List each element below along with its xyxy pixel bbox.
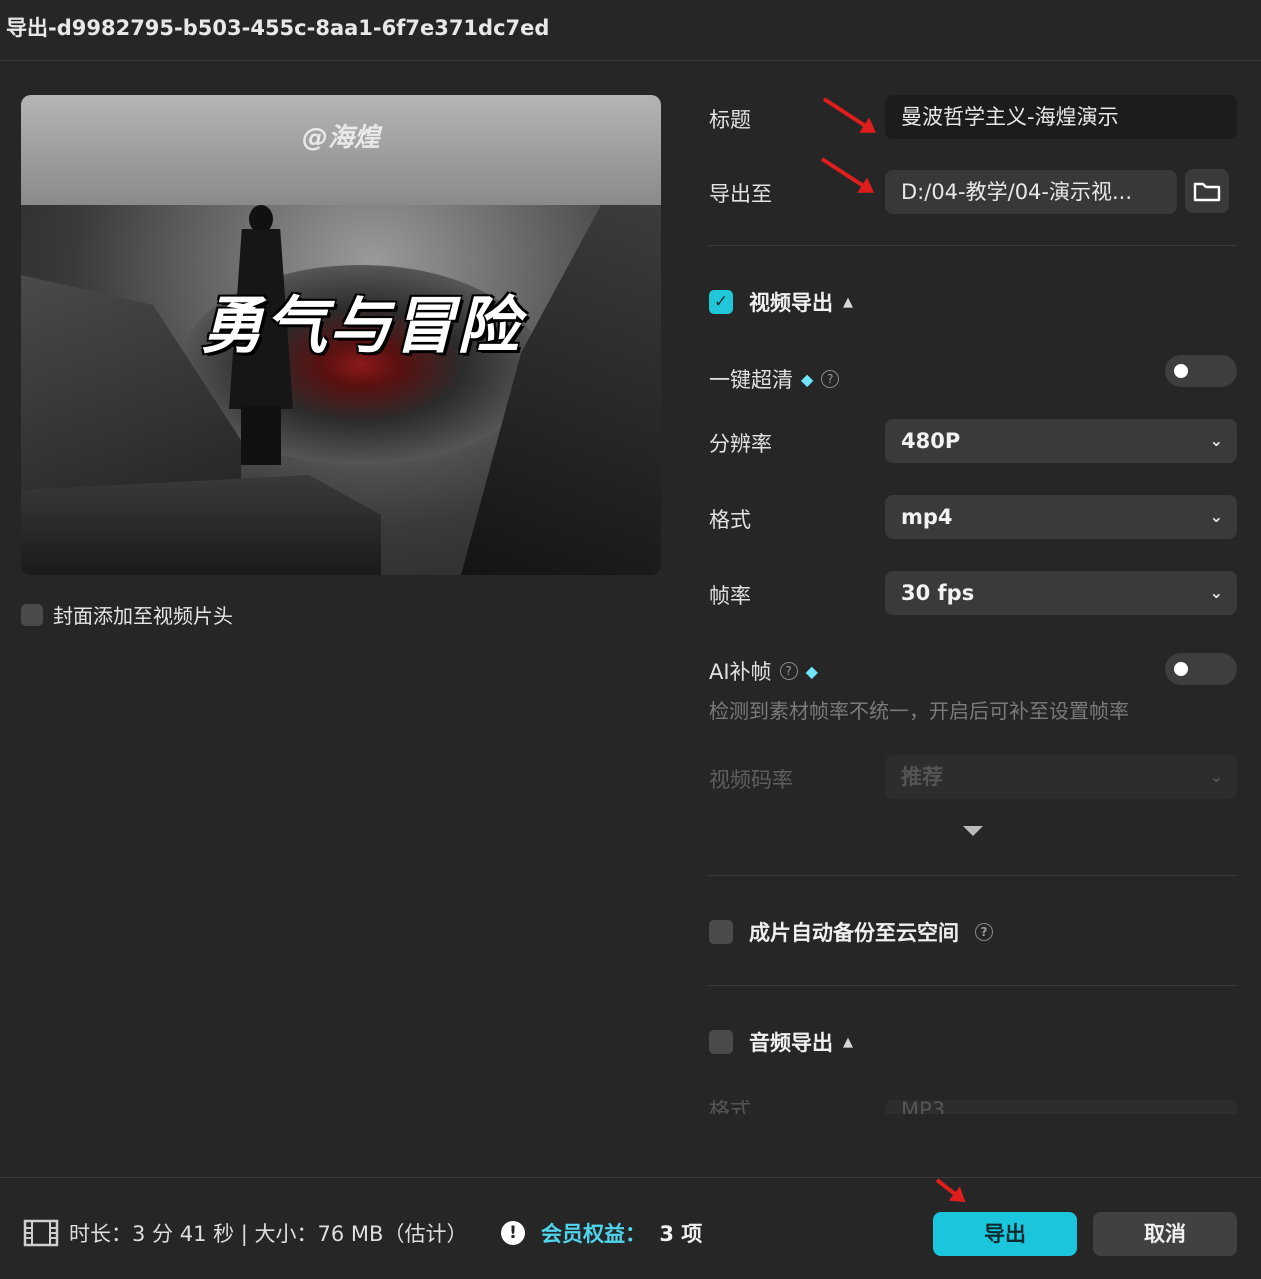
bitrate-label: 视频码率 (709, 768, 793, 792)
annotation-arrow (822, 97, 873, 132)
bitrate-value: 推荐 (901, 765, 943, 789)
cover-ledge (21, 475, 381, 575)
diamond-icon: ◆ (801, 369, 814, 389)
cover-headline: 勇气与冒险 (200, 289, 521, 362)
audio-format-select[interactable]: MP3 (885, 1100, 1237, 1114)
framerate-value: 30 fps (901, 581, 975, 605)
member-label-text: 会员权益： (541, 1222, 646, 1246)
audio-export-section[interactable]: 音频导出 ▲ (709, 1027, 853, 1057)
title-bar: 导出-d9982795-b503-455c-8aa1-6f7e371dc7ed (0, 0, 1261, 61)
audio-format-value: MP3 (901, 1100, 946, 1114)
cancel-button[interactable]: 取消 (1093, 1212, 1237, 1256)
export-path-input[interactable]: D:/04-教学/04-演示视... (885, 170, 1177, 214)
resolution-select[interactable]: 480P ⌄ (885, 419, 1237, 463)
add-cover-checkbox[interactable] (21, 603, 43, 626)
one-click-hd-toggle[interactable] (1165, 355, 1237, 387)
export-to-label: 导出至 (709, 182, 772, 206)
ai-frame-hint: 检测到素材帧率不统一，开启后可补至设置帧率 (709, 699, 1129, 723)
member-benefits[interactable]: ! 会员权益： 3 项 (501, 1218, 702, 1248)
check-icon[interactable]: ✓ (709, 290, 733, 314)
one-click-hd-label: 一键超清 (709, 368, 793, 392)
film-icon (23, 1219, 59, 1247)
folder-button[interactable] (1185, 169, 1229, 213)
resolution-label: 分辨率 (709, 432, 772, 456)
format-label: 格式 (709, 508, 751, 532)
divider (709, 985, 1237, 986)
caret-up-icon[interactable]: ▲ (843, 295, 853, 310)
framerate-label: 帧率 (709, 584, 751, 608)
help-icon[interactable]: ? (779, 662, 798, 680)
divider (709, 245, 1237, 246)
add-cover-option[interactable]: 封面添加至视频片头 (21, 600, 233, 629)
annotation-arrow (820, 157, 871, 192)
one-click-hd-row: 一键超清 ◆ ? (709, 364, 840, 394)
footer: 时长：3 分 41 秒 | 大小：76 MB（估计） ! 会员权益： 3 项 导… (0, 1177, 1261, 1279)
diamond-icon: ◆ (805, 661, 818, 681)
help-icon[interactable]: ? (975, 923, 993, 941)
cover-preview[interactable]: @海煌 勇气与冒险 (21, 95, 661, 575)
export-button[interactable]: 导出 (933, 1212, 1077, 1256)
duration-size-text: 时长：3 分 41 秒 | 大小：76 MB（估计） (69, 1222, 468, 1246)
folder-icon (1193, 182, 1221, 202)
resolution-value: 480P (901, 429, 961, 453)
cover-watermark: @海煌 (301, 123, 380, 153)
bitrate-select: 推荐 ⌄ (885, 755, 1237, 799)
format-value: mp4 (901, 505, 953, 529)
cloud-backup-section[interactable]: 成片自动备份至云空间 ? (709, 917, 993, 947)
caret-up-icon[interactable]: ▲ (843, 1035, 853, 1050)
export-info: 时长：3 分 41 秒 | 大小：76 MB（估计） (23, 1218, 467, 1248)
divider (709, 875, 1237, 876)
chevron-down-icon: ⌄ (1209, 767, 1223, 786)
ai-frame-row: AI补帧 ? ◆ (709, 656, 818, 686)
expand-more-icon[interactable] (963, 826, 983, 836)
window-title: 导出-d9982795-b503-455c-8aa1-6f7e371dc7ed (6, 16, 550, 40)
audio-export-checkbox[interactable] (709, 1030, 733, 1054)
title-label: 标题 (709, 108, 751, 132)
cloud-backup-label: 成片自动备份至云空间 (749, 921, 959, 945)
add-cover-label: 封面添加至视频片头 (53, 604, 233, 628)
annotation-arrow (935, 1178, 962, 1201)
framerate-select[interactable]: 30 fps ⌄ (885, 571, 1237, 615)
title-input[interactable]: 曼波哲学主义-海煌演示 (885, 95, 1237, 139)
chevron-down-icon: ⌄ (1209, 507, 1223, 526)
warning-icon: ! (501, 1221, 525, 1245)
audio-format-row-clipped: 格式 MP3 (700, 1100, 1245, 1114)
video-export-section[interactable]: ✓ 视频导出 ▲ (709, 287, 853, 317)
member-benefits-label[interactable]: 会员权益： 3 项 (541, 1218, 702, 1248)
audio-format-label: 格式 (709, 1100, 751, 1114)
member-count-text: 3 项 (659, 1222, 703, 1246)
chevron-down-icon: ⌄ (1209, 583, 1223, 602)
format-select[interactable]: mp4 ⌄ (885, 495, 1237, 539)
chevron-down-icon: ⌄ (1209, 431, 1223, 450)
help-icon[interactable]: ? (821, 370, 840, 388)
ai-frame-toggle[interactable] (1165, 653, 1237, 685)
ai-frame-label: AI补帧 (709, 660, 772, 684)
cloud-backup-checkbox[interactable] (709, 920, 733, 944)
video-export-label: 视频导出 (749, 291, 833, 315)
audio-export-label: 音频导出 (749, 1031, 833, 1055)
